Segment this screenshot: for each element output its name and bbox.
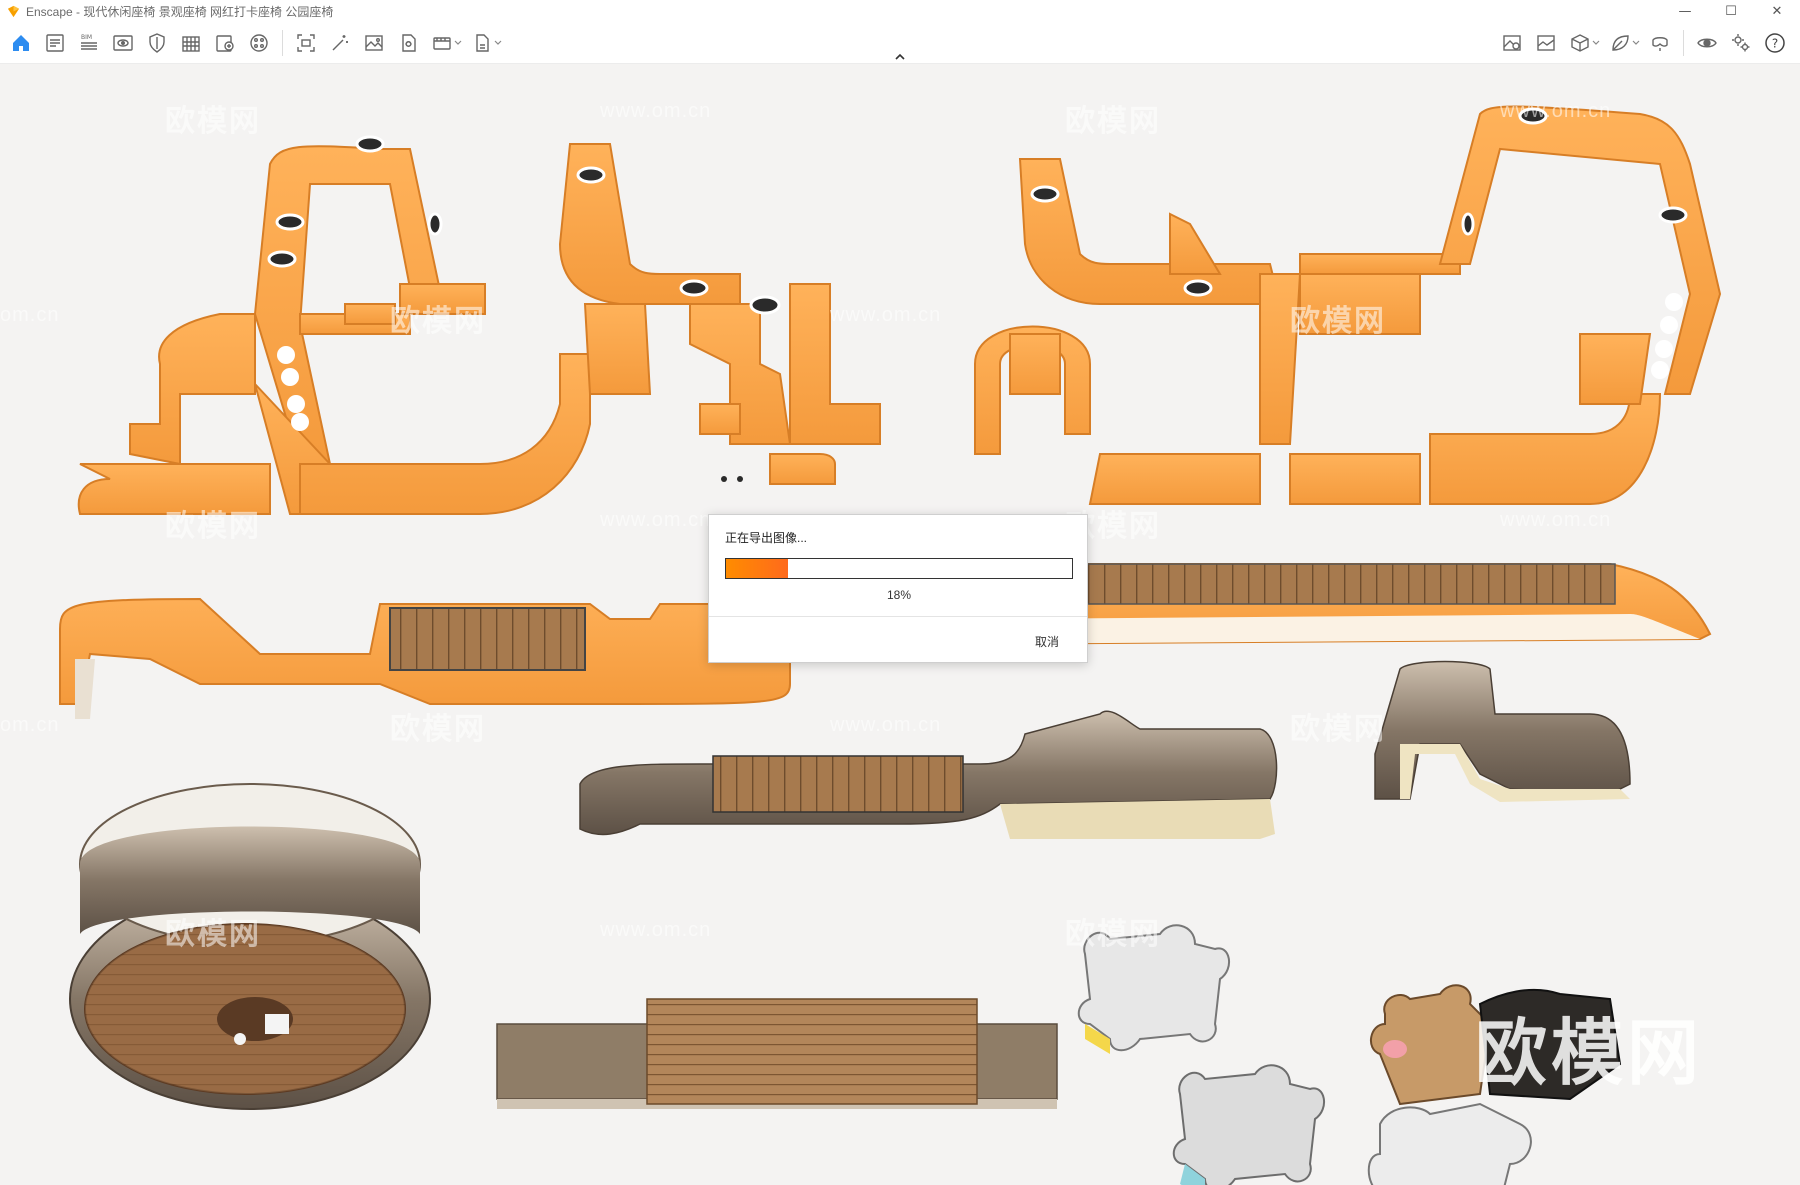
gear-icon bbox=[1732, 34, 1750, 52]
dialog-divider bbox=[709, 616, 1087, 617]
document-button[interactable] bbox=[38, 29, 72, 57]
screenshot-button[interactable] bbox=[289, 29, 323, 57]
render-viewport[interactable]: 欧模网 www.om.cn 欧模网 www.om.cn om.cn 欧模网 ww… bbox=[0, 64, 1800, 1185]
chevron-down-icon bbox=[1632, 40, 1640, 45]
watermark-url: www.om.cn bbox=[600, 919, 712, 941]
watermark-url: www.om.cn bbox=[600, 100, 712, 122]
collapse-toolbar-icon[interactable] bbox=[893, 50, 907, 64]
toolbar-right-group: ? bbox=[1495, 29, 1792, 57]
shield-button[interactable] bbox=[140, 29, 174, 57]
visibility-button[interactable] bbox=[1690, 29, 1724, 57]
watermark-logo: 欧模网 bbox=[1065, 918, 1161, 951]
watermark-logo: 欧模网 bbox=[165, 918, 261, 951]
settings-image-icon bbox=[1503, 35, 1521, 51]
watermark-url: www.om.cn bbox=[1500, 509, 1612, 531]
gallery-icon bbox=[1537, 35, 1555, 51]
watermark-url: www.om.cn bbox=[830, 714, 942, 736]
help-icon: ? bbox=[1765, 33, 1785, 53]
orange-bench-left bbox=[77, 145, 591, 515]
visual-settings-button[interactable] bbox=[1495, 29, 1529, 57]
svg-text:BIM: BIM bbox=[81, 34, 92, 41]
close-button[interactable]: ✕ bbox=[1754, 0, 1800, 22]
main-toolbar: BIM ? bbox=[0, 22, 1800, 64]
watermark-logo: 欧模网 bbox=[165, 510, 261, 543]
asset-library-button[interactable] bbox=[208, 29, 242, 57]
building-icon bbox=[182, 36, 200, 52]
watermark-logo: 欧模网 bbox=[165, 105, 261, 138]
asset-icon bbox=[216, 35, 234, 52]
export-progress-dialog: 正在导出图像... 18% 取消 bbox=[708, 514, 1088, 663]
watermark-url: www.om.cn bbox=[830, 304, 942, 326]
window-title: Enscape - 现代休闲座椅 景观座椅 网红打卡座椅 公园座椅 bbox=[26, 4, 334, 19]
chevron-down-icon bbox=[1592, 40, 1600, 45]
panorama-button[interactable] bbox=[391, 29, 425, 57]
material-editor-button[interactable] bbox=[242, 29, 276, 57]
leaf-menu-caret[interactable] bbox=[1631, 29, 1641, 57]
minimize-button[interactable]: — bbox=[1662, 0, 1708, 22]
enscape-logo-icon bbox=[7, 5, 20, 17]
image-icon bbox=[365, 35, 383, 51]
vr-headset-button[interactable] bbox=[1643, 29, 1677, 57]
svg-text:?: ? bbox=[1772, 37, 1778, 51]
maximize-button[interactable]: ☐ bbox=[1708, 0, 1754, 22]
watermark-logo: 欧模网 bbox=[1290, 305, 1386, 338]
vr-headset-icon bbox=[1652, 37, 1668, 51]
watermark-logo: 欧模网 bbox=[1065, 105, 1161, 138]
chevron-down-icon bbox=[454, 40, 462, 45]
shield-icon bbox=[149, 33, 165, 53]
magic-wand-icon bbox=[332, 35, 348, 51]
cube-menu-caret[interactable] bbox=[1591, 29, 1601, 57]
title-bar: Enscape - 现代休闲座椅 景观座椅 网红打卡座椅 公园座椅 — ☐ ✕ bbox=[0, 0, 1800, 22]
dialog-title: 正在导出图像... bbox=[725, 531, 808, 545]
wood-plank-bench bbox=[496, 998, 1058, 1109]
document-icon bbox=[46, 34, 64, 52]
eye-view-icon bbox=[113, 35, 133, 51]
palette-icon bbox=[250, 34, 268, 52]
window-controls: — ☐ ✕ bbox=[1662, 0, 1800, 22]
toolbar-separator bbox=[282, 30, 283, 56]
video-menu-caret[interactable] bbox=[453, 29, 463, 57]
watermark-logo: 欧模网 bbox=[1290, 713, 1386, 746]
chevron-down-icon bbox=[494, 40, 502, 45]
help-button[interactable]: ? bbox=[1758, 29, 1792, 57]
bim-button[interactable]: BIM bbox=[72, 29, 106, 57]
eye-view-button[interactable] bbox=[106, 29, 140, 57]
bronze-bench-right bbox=[1374, 660, 1631, 802]
toolbar-left-group: BIM bbox=[4, 29, 505, 57]
watermark-url: om.cn bbox=[0, 714, 60, 736]
export-menu-caret[interactable] bbox=[493, 29, 503, 57]
video-icon bbox=[433, 37, 451, 50]
cancel-button[interactable]: 取消 bbox=[1035, 633, 1059, 650]
progress-percent-label: 18% bbox=[886, 588, 912, 602]
home-icon bbox=[13, 35, 29, 51]
bim-icon: BIM bbox=[81, 34, 97, 50]
render-image-button[interactable] bbox=[357, 29, 391, 57]
visibility-icon bbox=[1697, 38, 1717, 48]
watermark-url: om.cn bbox=[0, 304, 60, 326]
home-button[interactable] bbox=[4, 29, 38, 57]
cube-icon bbox=[1571, 34, 1589, 52]
watermark-url: www.om.cn bbox=[600, 509, 712, 531]
settings-button[interactable] bbox=[1724, 29, 1758, 57]
screenshot-icon bbox=[297, 34, 315, 52]
magic-wand-button[interactable] bbox=[323, 29, 357, 57]
panorama-icon bbox=[402, 34, 416, 52]
watermark-logo: 欧模网 bbox=[390, 713, 486, 746]
watermark-url: www.om.cn bbox=[1500, 100, 1612, 122]
puzzle-seats-grey bbox=[1077, 924, 1325, 1185]
gallery-button[interactable] bbox=[1529, 29, 1563, 57]
export-icon bbox=[476, 34, 489, 52]
watermark-logo: 欧模网 bbox=[390, 305, 486, 338]
watermark-big-logo: 欧模网 bbox=[1475, 1014, 1704, 1094]
progress-fill bbox=[726, 559, 789, 578]
toolbar-separator bbox=[1683, 30, 1684, 56]
leaf-icon bbox=[1612, 35, 1629, 51]
building-button[interactable] bbox=[174, 29, 208, 57]
export-progress-bar bbox=[725, 558, 1073, 579]
